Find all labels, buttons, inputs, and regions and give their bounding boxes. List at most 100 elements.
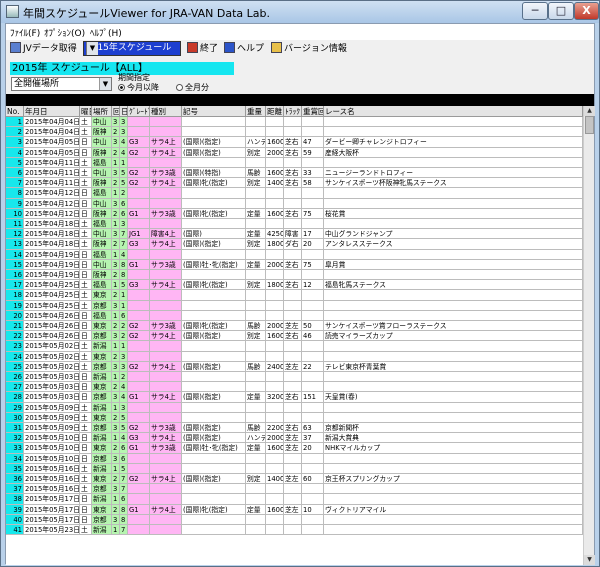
venue-select[interactable]: 全開催場所 ▼ — [11, 77, 112, 91]
cell-grade: G1 — [128, 259, 150, 270]
vertical-scrollbar[interactable]: ▲ ▼ — [583, 106, 595, 565]
table-row[interactable]: 12 2015年04月18日土中山 3 7 JG1 障害4上 (国際) 定量 4250 障害 17 中… — [6, 229, 583, 240]
column-header-race-name[interactable]: レース名 — [324, 106, 583, 117]
cell-edition: 59 — [302, 147, 324, 158]
table-row[interactable]: 33 2015年05月10日日東京 2 6 G1 サラ3歳 (国際)牡･牝(指定) 定量 160… — [6, 443, 583, 454]
table-row[interactable]: 19 2015年04月25日土京都 3 1 — [6, 300, 583, 311]
minimize-button[interactable]: ─ — [522, 2, 548, 20]
table-row[interactable]: 1 2015年04月04日土中山 3 3 — [6, 117, 583, 128]
title-bar[interactable]: 年間スケジュールViewer for JRA-VAN Data Lab. ─ □… — [1, 1, 599, 23]
cell-nichi: 3 — [120, 127, 128, 138]
table-row[interactable]: 32 2015年05月10日日新潟 1 4 G3 サラ4上 (国際)(指定) ハンデ 2000 芝… — [6, 433, 583, 444]
table-row[interactable]: 15 2015年04月19日日中山 3 8 G1 サラ3歳 (国際)牡･牝(指定) 定量 200… — [6, 259, 583, 270]
menu-file[interactable]: ﾌｧｲﾙ(F) — [10, 26, 40, 39]
cell-weight — [246, 402, 266, 413]
table-row[interactable]: 35 2015年05月16日土新潟 1 5 — [6, 463, 583, 474]
column-header-nichi[interactable]: 日 — [120, 106, 128, 117]
cell-grade: G1 — [128, 443, 150, 454]
table-row[interactable]: 4 2015年04月05日日阪神 2 4 G2 サラ4上 (国際)(指定) 別定 2000 芝右 5… — [6, 147, 583, 158]
scroll-down-icon[interactable]: ▼ — [584, 555, 595, 565]
table-row[interactable]: 34 2015年05月10日日京都 3 6 — [6, 453, 583, 464]
cell-race-name: テレビ東京杯青葉賞 — [324, 361, 583, 372]
cell-weekday: 日 — [80, 331, 92, 342]
cell-track: 芝右 — [284, 259, 302, 270]
table-row[interactable]: 37 2015年05月16日土京都 3 7 — [6, 484, 583, 495]
schedule-grid[interactable]: No.年月日曜日場所回日ｸﾞﾚｰﾄﾞ種別記号重量距離ﾄﾗｯｸ重賞回レース名 12… — [6, 106, 583, 565]
scroll-thumb[interactable] — [585, 116, 594, 134]
table-row[interactable]: 20 2015年04月26日日福島 1 6 — [6, 310, 583, 321]
column-header-distance[interactable]: 距離 — [266, 106, 284, 117]
table-row[interactable]: 7 2015年04月11日土阪神 2 5 G2 サラ4上 (国際)牝(指定) 別定 1400 芝右… — [6, 178, 583, 189]
table-row[interactable]: 21 2015年04月26日日東京 2 2 G2 サラ3歳 (国際)牝(指定) 馬齢 2000 芝… — [6, 321, 583, 332]
column-header-symbol[interactable]: 記号 — [182, 106, 246, 117]
schedule-select[interactable]: 2015年スケジュール ▼ — [83, 41, 181, 56]
table-row[interactable]: 11 2015年04月18日土福島 1 3 — [6, 219, 583, 230]
table-row[interactable]: 41 2015年05月23日土新潟 1 7 — [6, 525, 583, 536]
table-row[interactable]: 17 2015年04月25日土福島 1 5 G3 サラ4上 (国際)牝(指定) 別定 1800 芝… — [6, 280, 583, 291]
cell-distance: 1600 — [266, 137, 284, 148]
end-button[interactable]: 終了 — [187, 42, 218, 58]
column-header-date[interactable]: 年月日 — [24, 106, 80, 117]
cell-date: 2015年04月25日 — [24, 290, 80, 301]
table-row[interactable]: 39 2015年05月17日日東京 2 8 G1 サラ4上 (国際)牝(指定) 定量 1600 芝… — [6, 504, 583, 515]
menu-options[interactable]: ｵﾌﾟｼｮﾝ(O) — [44, 26, 85, 39]
close-button[interactable]: X — [574, 2, 599, 20]
cell-date: 2015年04月05日 — [24, 137, 80, 148]
table-row[interactable]: 13 2015年04月18日土阪神 2 7 G3 サラ4上 (国際)(指定) 別定 1800 ダ右… — [6, 239, 583, 250]
menu-help[interactable]: ﾍﾙﾌﾟ(H) — [90, 26, 122, 39]
cell-nichi: 4 — [120, 382, 128, 393]
column-header-kai[interactable]: 回 — [112, 106, 120, 117]
cell-category — [150, 412, 182, 423]
table-row[interactable]: 36 2015年05月16日土東京 2 7 G2 サラ4上 (国際)(指定) 別定 1400 芝左… — [6, 474, 583, 485]
table-row[interactable]: 8 2015年04月12日日福島 1 2 — [6, 188, 583, 199]
table-row[interactable]: 31 2015年05月09日土京都 3 5 G2 サラ3歳 (国際)(指定) 馬齢 2200 芝右… — [6, 423, 583, 434]
table-row[interactable]: 28 2015年05月03日日京都 3 4 G1 サラ4上 (国際)(指定) 定量 3200 芝右… — [6, 392, 583, 403]
maximize-button[interactable]: □ — [548, 2, 574, 20]
radio-this-month-onward[interactable]: 今月以降 — [118, 82, 159, 93]
version-info-button[interactable]: バージョン情報 — [271, 42, 347, 58]
table-row[interactable]: 26 2015年05月03日日新潟 1 2 — [6, 372, 583, 383]
table-row[interactable]: 40 2015年05月17日日京都 3 8 — [6, 514, 583, 525]
column-header-edition[interactable]: 重賞回 — [302, 106, 324, 117]
table-row[interactable]: 9 2015年04月12日日中山 3 6 — [6, 198, 583, 209]
table-row[interactable]: 30 2015年05月09日土東京 2 5 — [6, 412, 583, 423]
table-row[interactable]: 38 2015年05月17日日新潟 1 6 — [6, 494, 583, 505]
jv-fetch-button[interactable]: JVデータ取得 — [10, 42, 77, 58]
table-row[interactable]: 18 2015年04月25日土東京 2 1 — [6, 290, 583, 301]
column-header-weekday[interactable]: 曜日 — [80, 106, 92, 117]
table-row[interactable]: 24 2015年05月02日土東京 2 3 — [6, 351, 583, 362]
column-header-track[interactable]: ﾄﾗｯｸ — [284, 106, 302, 117]
table-row[interactable]: 16 2015年04月19日日阪神 2 8 — [6, 270, 583, 281]
scroll-up-icon[interactable]: ▲ — [584, 106, 595, 116]
table-row[interactable]: 29 2015年05月09日土新潟 1 3 — [6, 402, 583, 413]
cell-no: 41 — [6, 525, 24, 536]
cell-edition — [302, 525, 324, 536]
cell-weight: ハンデ — [246, 137, 266, 148]
cell-symbol: (国際) — [182, 229, 246, 240]
radio-all-months[interactable]: 全月分 — [176, 82, 209, 93]
cell-no: 25 — [6, 361, 24, 372]
help-button[interactable]: ヘルプ — [224, 42, 264, 58]
cell-symbol: (国際)(指定) — [182, 433, 246, 444]
table-row[interactable]: 3 2015年04月05日日中山 3 4 G3 サラ4上 (国際)(指定) ハンデ 1600 芝右… — [6, 137, 583, 148]
column-header-grade[interactable]: ｸﾞﾚｰﾄﾞ — [128, 106, 150, 117]
column-header-category[interactable]: 種別 — [150, 106, 182, 117]
cell-race-name — [324, 310, 583, 321]
column-header-venue[interactable]: 場所 — [92, 106, 112, 117]
table-row[interactable]: 6 2015年04月11日土中山 3 5 G2 サラ3歳 (国際)(特指) 馬齢 1600 芝右 3… — [6, 168, 583, 179]
cell-distance — [266, 412, 284, 423]
cell-no: 31 — [6, 423, 24, 434]
table-row[interactable]: 27 2015年05月03日日東京 2 4 — [6, 382, 583, 393]
cell-edition: 50 — [302, 321, 324, 332]
column-header-no[interactable]: No. — [6, 106, 24, 117]
table-row[interactable]: 25 2015年05月02日土京都 3 3 G2 サラ4上 (国際)(指定) 馬齢 2400 芝左… — [6, 361, 583, 372]
table-row[interactable]: 5 2015年04月11日土福島 1 1 — [6, 157, 583, 168]
column-header-weight[interactable]: 重量 — [246, 106, 266, 117]
table-row[interactable]: 22 2015年04月26日日京都 3 2 G2 サラ4上 (国際)(指定) 別定 1600 芝右… — [6, 331, 583, 342]
cell-race-name — [324, 198, 583, 209]
table-row[interactable]: 10 2015年04月12日日阪神 2 6 G1 サラ3歳 (国際)牝(指定) 定量 1600 芝… — [6, 208, 583, 219]
table-row[interactable]: 23 2015年05月02日土新潟 1 1 — [6, 341, 583, 352]
cell-weekday: 土 — [80, 280, 92, 291]
table-row[interactable]: 2 2015年04月04日土阪神 2 3 — [6, 127, 583, 138]
table-row[interactable]: 14 2015年04月19日日福島 1 4 — [6, 249, 583, 260]
